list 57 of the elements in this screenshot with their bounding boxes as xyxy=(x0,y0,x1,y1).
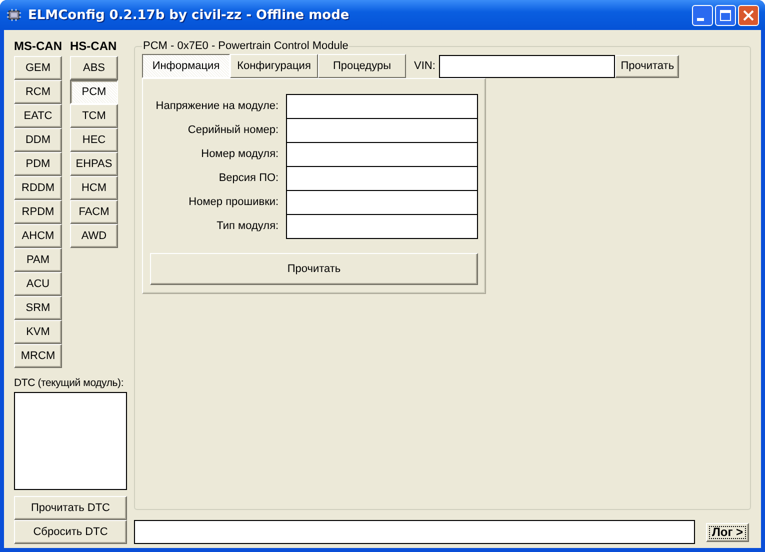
tab[interactable]: Процедуры xyxy=(318,54,406,78)
status-field[interactable] xyxy=(134,520,695,544)
info-field[interactable] xyxy=(286,118,478,143)
module-button[interactable]: PCM xyxy=(70,80,118,104)
maximize-icon xyxy=(719,8,732,22)
tab[interactable]: Информация xyxy=(142,54,230,78)
module-button[interactable]: MRCM xyxy=(14,344,62,368)
field-label: Тип модуля: xyxy=(216,220,279,232)
log-button[interactable]: Лог > xyxy=(706,522,749,542)
dtc-button[interactable]: Прочитать DTC xyxy=(14,496,127,520)
window-title: ELMConfig 0.2.17b by civil-zz - Offline mode xyxy=(28,8,350,22)
module-button[interactable]: GEM xyxy=(14,56,62,80)
module-button[interactable]: ABS xyxy=(70,56,118,80)
module-button[interactable]: AHCM xyxy=(14,224,62,248)
field-label: Серийный номер: xyxy=(186,124,279,136)
module-button[interactable]: HEC xyxy=(70,128,118,152)
module-button[interactable]: EHPAS xyxy=(70,152,118,176)
close-icon xyxy=(742,8,755,22)
module-button[interactable]: KVM xyxy=(14,320,62,344)
module-button[interactable]: AWD xyxy=(70,224,118,248)
module-button[interactable]: TCM xyxy=(70,104,118,128)
column-header: MS-CAN xyxy=(14,40,62,55)
module-button[interactable]: SRM xyxy=(14,296,62,320)
module-button[interactable]: FACM xyxy=(70,200,118,224)
module-button[interactable]: RPDM xyxy=(14,200,62,224)
column-header: HS-CAN xyxy=(70,40,118,55)
info-field[interactable] xyxy=(286,214,478,239)
minimize-icon xyxy=(697,18,704,21)
info-field[interactable] xyxy=(286,166,478,191)
read-button[interactable]: Прочитать xyxy=(150,253,478,285)
module-button[interactable]: DDM xyxy=(14,128,62,152)
field-label: Номер модуля: xyxy=(200,148,279,160)
dtc-button[interactable]: Сбросить DTC xyxy=(14,520,127,544)
chip-icon xyxy=(6,7,22,23)
field-label: Версия ПО: xyxy=(218,172,279,184)
info-field[interactable] xyxy=(286,94,478,119)
close-button[interactable] xyxy=(738,4,759,26)
module-button[interactable]: ACU xyxy=(14,272,62,296)
field-label: Напряжение на модуле: xyxy=(154,100,279,112)
tab[interactable]: Конфигурация xyxy=(230,54,318,78)
maximize-button[interactable] xyxy=(715,4,736,26)
vin-field[interactable] xyxy=(439,54,616,78)
field-label: Номер прошивки: xyxy=(188,196,279,208)
group-title: PCM - 0x7E0 - Powertrain Control Module xyxy=(142,40,350,52)
read-vin-button[interactable]: Прочитать xyxy=(615,54,680,78)
module-button[interactable]: HCM xyxy=(70,176,118,200)
module-button[interactable]: PDM xyxy=(14,152,62,176)
module-button[interactable]: RCM xyxy=(14,80,62,104)
info-field[interactable] xyxy=(286,190,478,215)
module-button[interactable]: RDDM xyxy=(14,176,62,200)
dtc-list[interactable] xyxy=(14,392,127,490)
vin-label: VIN: xyxy=(414,60,436,72)
module-button[interactable]: EATC xyxy=(14,104,62,128)
module-button[interactable]: PAM xyxy=(14,248,62,272)
minimize-button[interactable] xyxy=(692,4,713,26)
info-field[interactable] xyxy=(286,142,478,167)
dtc-label: DTC (текущий модуль): xyxy=(14,377,124,391)
